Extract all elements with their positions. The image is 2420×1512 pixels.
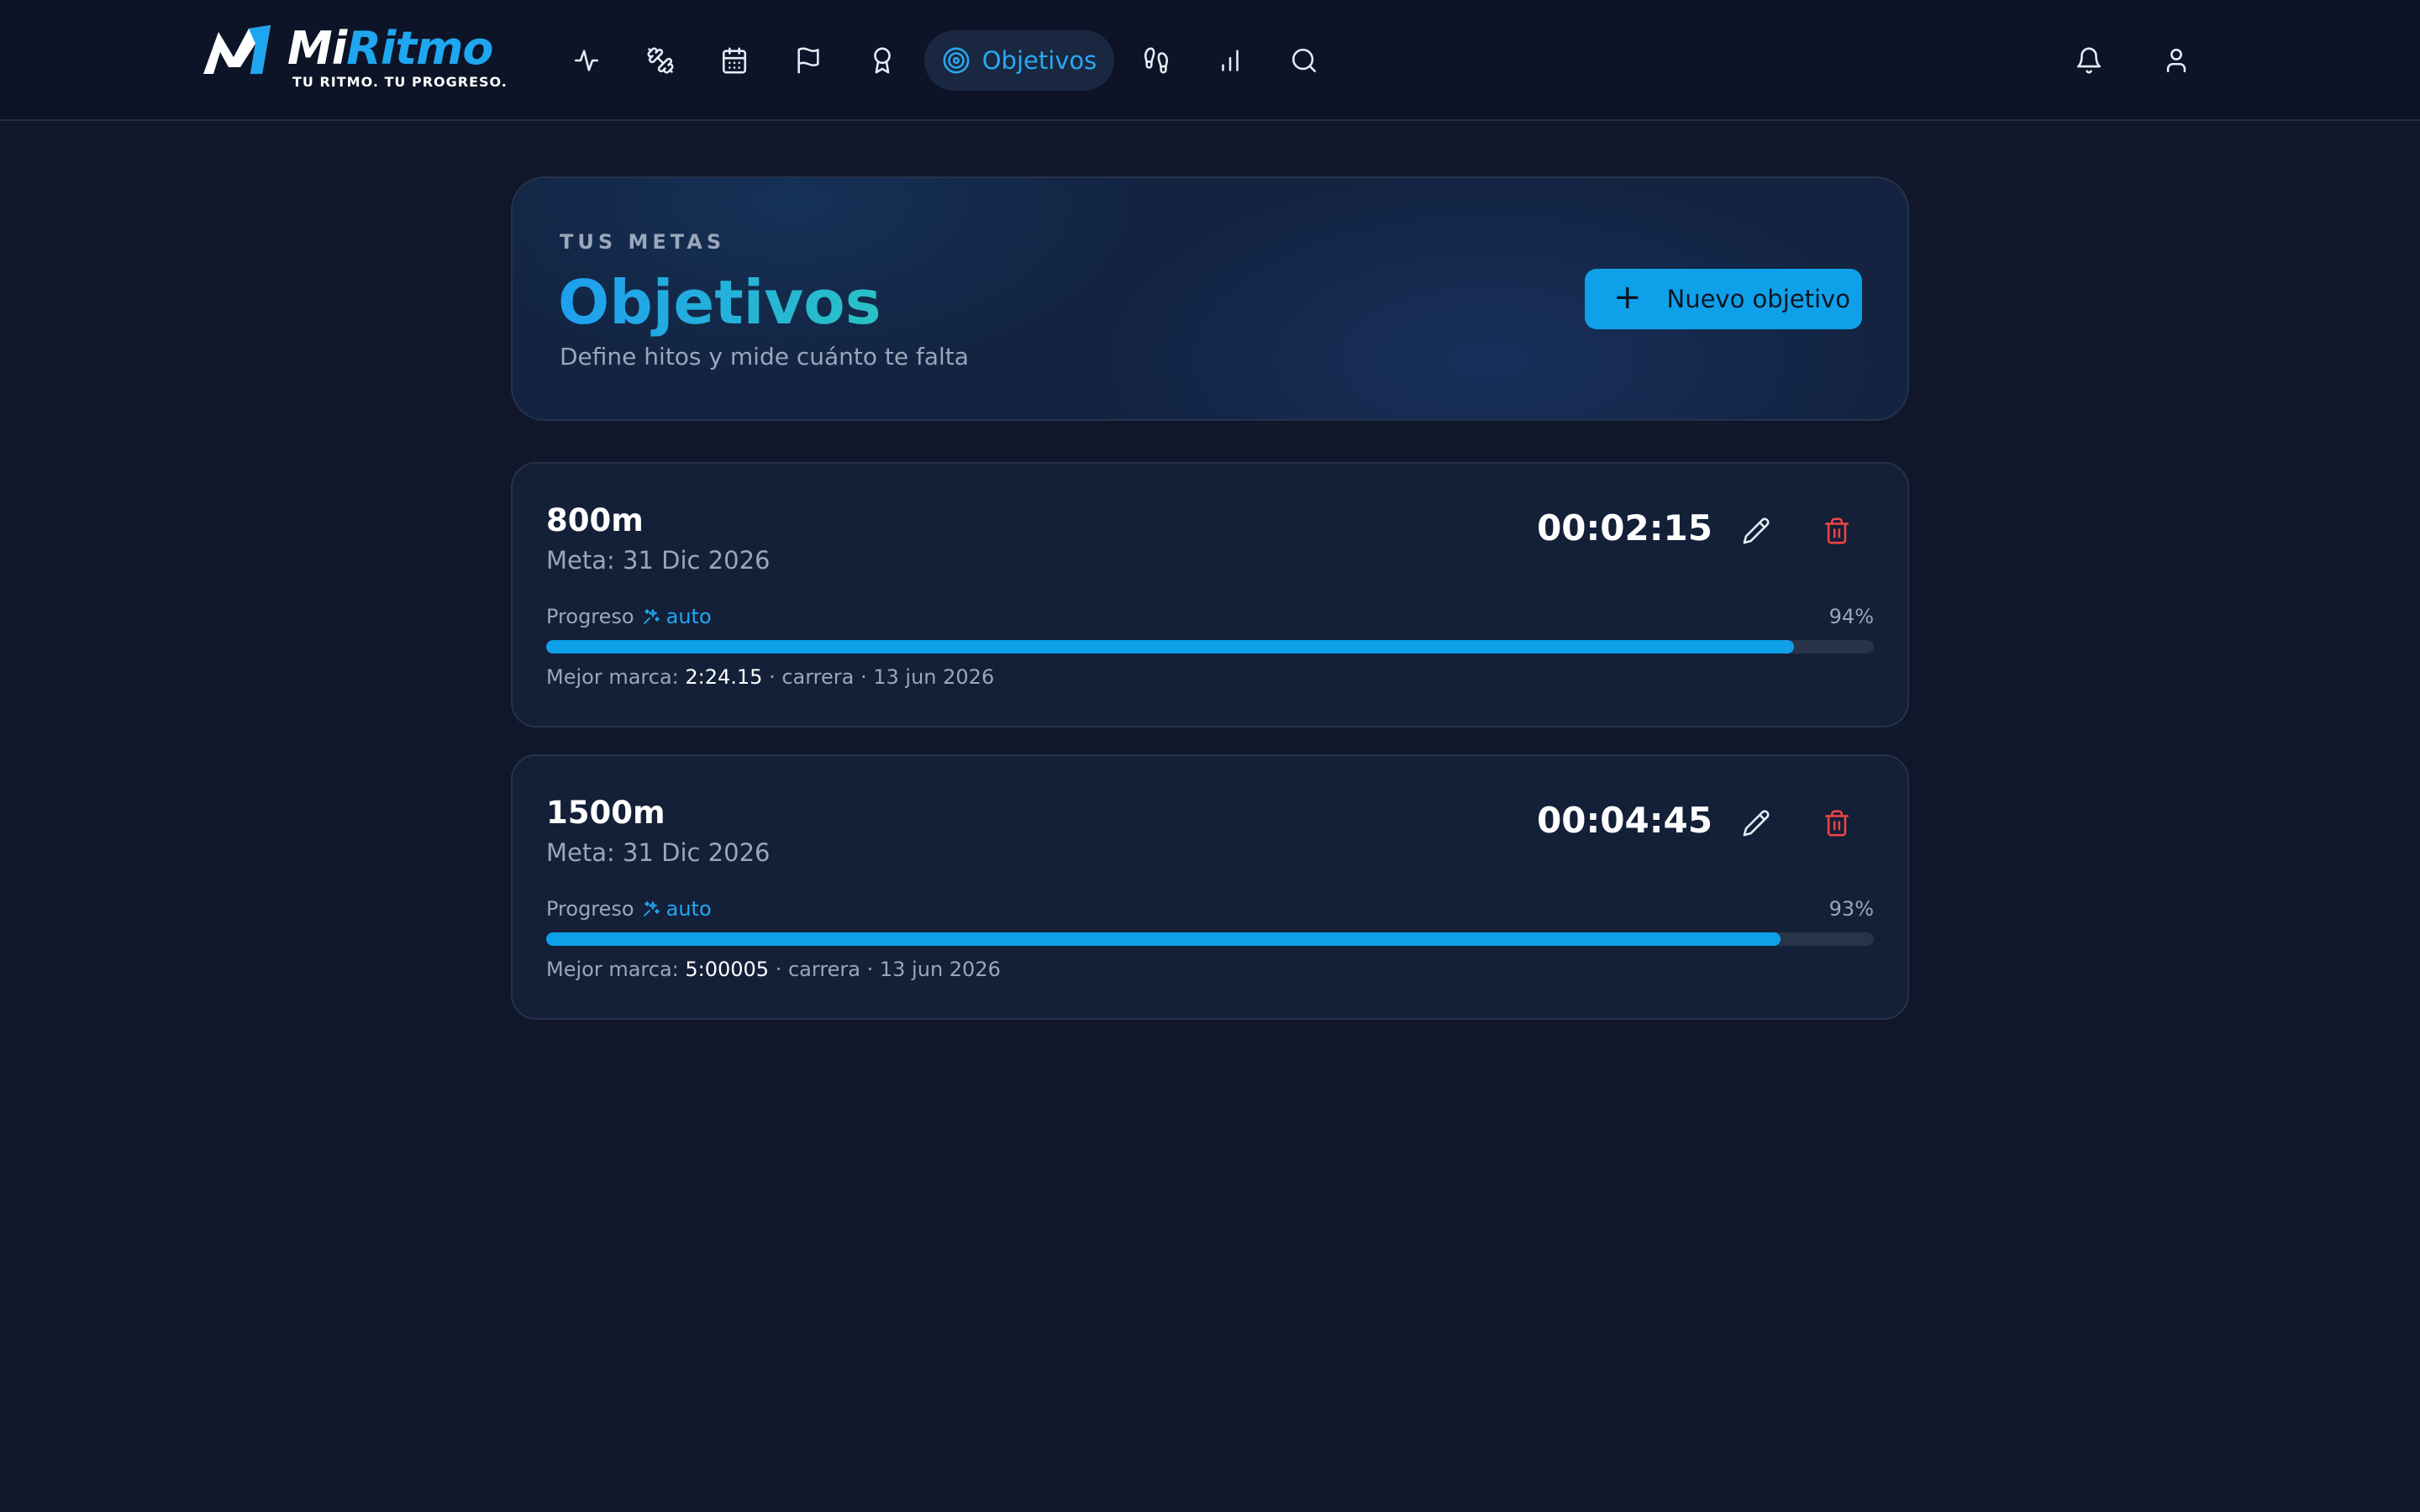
auto-tag: auto <box>641 605 712 628</box>
best-mark-detail: · carrera · 13 jun 2026 <box>775 958 1001 981</box>
progress-percent: 94% <box>1828 605 1874 628</box>
brand-tagline: TU RITMO. TU PROGRESO. <box>292 74 508 90</box>
target-icon <box>943 47 970 74</box>
calendar-icon <box>722 47 747 74</box>
best-mark-line: Mejor marca: 5:00005 · carrera · 13 jun … <box>546 958 1001 981</box>
nav-item-goals[interactable]: Objetivos <box>924 30 1114 91</box>
nav-item-goals-label: Objetivos <box>981 46 1097 75</box>
page-title: Objetivos <box>558 260 881 344</box>
best-mark-label: Mejor marca: <box>546 665 679 689</box>
auto-tag-label: auto <box>666 897 712 921</box>
nav-item-achievements[interactable] <box>845 30 919 91</box>
logo-mark-icon <box>203 25 271 74</box>
brand-name-part1: Mi <box>287 22 347 75</box>
main-nav: Objetivos <box>550 30 1341 91</box>
award-icon <box>874 47 891 74</box>
sparkles-icon <box>643 609 660 624</box>
edit-goal-button[interactable] <box>1731 798 1781 848</box>
goal-name: 1500m <box>546 795 666 831</box>
goal-target-time: 00:04:45 <box>1537 800 1712 841</box>
notifications-button[interactable] <box>2045 30 2133 91</box>
best-mark-value: 5:00005 <box>685 958 770 981</box>
brand-logo[interactable]: MiRitmo TU RITMO. TU PROGRESO. <box>200 24 508 94</box>
bar-chart-icon <box>1222 50 1239 71</box>
sparkles-icon <box>643 901 660 916</box>
progress-bar-fill <box>546 932 1781 946</box>
new-goal-button-label: Nuevo objetivo <box>1666 285 1850 313</box>
best-mark-detail: · carrera · 13 jun 2026 <box>769 665 995 689</box>
edit-goal-button[interactable] <box>1731 506 1781 556</box>
nav-item-races[interactable] <box>771 30 845 91</box>
goal-date: Meta: 31 Dic 2026 <box>546 838 771 867</box>
page-subtitle: Define hitos y mide cuánto te falta <box>560 343 969 370</box>
best-mark-label: Mejor marca: <box>546 958 679 981</box>
dumbbell-icon <box>647 47 674 74</box>
bell-icon <box>2076 47 2102 74</box>
nav-item-calendar[interactable] <box>697 30 771 91</box>
progress-bar <box>546 932 1874 946</box>
top-navigation-bar: MiRitmo TU RITMO. TU PROGRESO. Objetivos <box>0 0 2420 121</box>
goal-target-time: 00:02:15 <box>1537 507 1712 549</box>
nav-item-stats[interactable] <box>1193 30 1267 91</box>
progress-bar <box>546 640 1874 654</box>
trash-icon <box>1824 517 1849 544</box>
activity-icon <box>574 50 599 71</box>
delete-goal-button[interactable] <box>1812 798 1862 848</box>
progress-label: Progreso auto <box>546 897 712 921</box>
auto-tag-label: auto <box>666 605 712 628</box>
footprints-icon <box>1144 47 1169 74</box>
progress-percent: 93% <box>1828 897 1874 921</box>
auto-tag: auto <box>641 897 712 921</box>
nav-item-shoes[interactable] <box>1119 30 1193 91</box>
plus-icon: + <box>1613 278 1642 317</box>
section-eyebrow: TUS METAS <box>560 230 726 254</box>
top-right-actions <box>2045 30 2220 91</box>
brand-text: MiRitmo TU RITMO. TU PROGRESO. <box>287 24 508 91</box>
profile-button[interactable] <box>2133 30 2220 91</box>
new-goal-button[interactable]: + Nuevo objetivo <box>1585 269 1862 329</box>
goals-header-card: TUS METAS Objetivos Define hitos y mide … <box>511 176 1909 421</box>
best-mark-value: 2:24.15 <box>685 665 763 689</box>
goal-name: 800m <box>546 502 644 538</box>
flag-icon <box>797 47 819 74</box>
brand-name-part2: Ritmo <box>346 22 493 75</box>
brand-name: MiRitmo <box>287 24 508 74</box>
progress-label-text: Progreso <box>546 897 634 921</box>
goal-card: 1500m Meta: 31 Dic 2026 00:04:45 Progres… <box>511 754 1909 1020</box>
best-mark-line: Mejor marca: 2:24.15 · carrera · 13 jun … <box>546 665 994 689</box>
goal-date: Meta: 31 Dic 2026 <box>546 546 771 575</box>
user-icon <box>2166 48 2186 73</box>
progress-bar-fill <box>546 640 1795 654</box>
pencil-icon <box>1743 810 1770 837</box>
nav-item-training[interactable] <box>623 30 697 91</box>
nav-item-activity[interactable] <box>550 30 623 91</box>
progress-label-text: Progreso <box>546 605 634 628</box>
goal-card: 800m Meta: 31 Dic 2026 00:02:15 Progreso… <box>511 462 1909 727</box>
pencil-icon <box>1743 517 1770 544</box>
search-icon <box>1292 48 1317 73</box>
progress-label: Progreso auto <box>546 605 712 628</box>
trash-icon <box>1824 810 1849 837</box>
nav-item-search[interactable] <box>1267 30 1341 91</box>
delete-goal-button[interactable] <box>1812 506 1862 556</box>
